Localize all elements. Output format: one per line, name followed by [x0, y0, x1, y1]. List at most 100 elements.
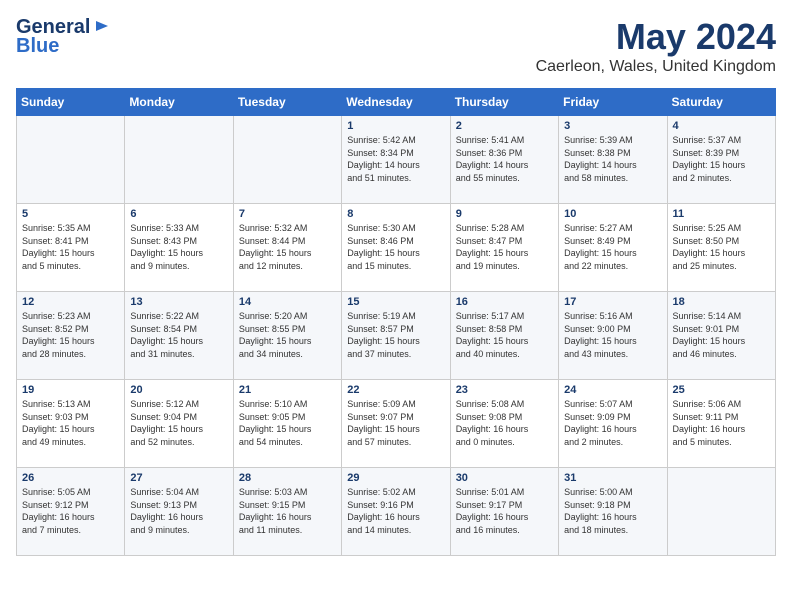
day-info-line: and 9 minutes.: [130, 525, 189, 535]
calendar-cell: [17, 116, 125, 204]
day-number: 2: [456, 120, 553, 132]
day-info-line: Daylight: 16 hours: [239, 512, 312, 522]
day-info-line: Sunset: 8:54 PM: [130, 324, 197, 334]
header-saturday: Saturday: [667, 89, 775, 116]
day-info-line: Daylight: 15 hours: [347, 336, 420, 346]
day-info-line: Daylight: 16 hours: [456, 424, 529, 434]
day-info-line: Sunset: 8:39 PM: [673, 148, 740, 158]
calendar-cell: 25Sunrise: 5:06 AMSunset: 9:11 PMDayligh…: [667, 380, 775, 468]
day-info: Sunrise: 5:25 AMSunset: 8:50 PMDaylight:…: [673, 222, 770, 272]
day-info-line: Daylight: 15 hours: [239, 248, 312, 258]
day-info-line: Sunset: 9:09 PM: [564, 412, 631, 422]
day-info-line: and 15 minutes.: [347, 261, 411, 271]
day-number: 4: [673, 120, 770, 132]
day-info-line: Sunset: 8:46 PM: [347, 236, 414, 246]
day-info-line: Daylight: 15 hours: [239, 424, 312, 434]
calendar-cell: 3Sunrise: 5:39 AMSunset: 8:38 PMDaylight…: [559, 116, 667, 204]
title-area: May 2024 Caerleon, Wales, United Kingdom: [536, 16, 776, 76]
day-number: 20: [130, 384, 227, 396]
header-wednesday: Wednesday: [342, 89, 450, 116]
day-number: 14: [239, 296, 336, 308]
day-info-line: Sunset: 9:08 PM: [456, 412, 523, 422]
day-info-line: Sunrise: 5:08 AM: [456, 399, 525, 409]
day-number: 9: [456, 208, 553, 220]
day-info-line: and 51 minutes.: [347, 173, 411, 183]
day-info-line: Sunrise: 5:42 AM: [347, 135, 416, 145]
calendar-cell: 9 Sunrise: 5:28 AMSunset: 8:47 PMDaylight…: [450, 204, 558, 292]
day-info-line: and 43 minutes.: [564, 349, 628, 359]
day-info: Sunrise: 5:23 AMSunset: 8:52 PMDaylight:…: [22, 310, 119, 360]
day-number: 6: [130, 208, 227, 220]
day-number: 28: [239, 472, 336, 484]
day-info-line: and 5 minutes.: [22, 261, 81, 271]
day-info-line: Sunset: 9:17 PM: [456, 500, 523, 510]
calendar-subtitle: Caerleon, Wales, United Kingdom: [536, 58, 776, 76]
day-info-line: Sunrise: 5:13 AM: [22, 399, 91, 409]
day-info-line: and 34 minutes.: [239, 349, 303, 359]
day-info-line: Sunrise: 5:22 AM: [130, 311, 199, 321]
day-info-line: Sunset: 8:58 PM: [456, 324, 523, 334]
day-number: 17: [564, 296, 661, 308]
calendar-cell: 14Sunrise: 5:20 AMSunset: 8:55 PMDayligh…: [233, 292, 341, 380]
day-info: Sunrise: 5:10 AM Sunset: 9:05 PM Daylight:…: [239, 398, 336, 448]
day-info-line: Daylight: 15 hours: [347, 248, 420, 258]
calendar-cell: 4Sunrise: 5:37 AMSunset: 8:39 PMDaylight…: [667, 116, 775, 204]
day-info-line: Sunset: 8:41 PM: [22, 236, 89, 246]
calendar-cell: 12 Sunrise: 5:23 AMSunset: 8:52 PMDayligh…: [17, 292, 125, 380]
header-sunday: Sunday: [17, 89, 125, 116]
day-info-line: Sunrise: 5:00 AM: [564, 487, 633, 497]
day-info: Sunrise: 5:07 AMSunset: 9:09 PMDaylight:…: [564, 398, 661, 448]
day-info-line: Sunrise: 5:10 AM: [239, 399, 308, 409]
day-info: Sunrise: 5:09 AMSunset: 9:07 PMDaylight:…: [347, 398, 444, 448]
day-info-line: and 46 minutes.: [673, 349, 737, 359]
day-number: 24: [564, 384, 661, 396]
day-info-line: Sunrise: 5:20 AM: [239, 311, 308, 321]
day-info-line: and 2 minutes.: [564, 437, 623, 447]
day-info-line: and 12 minutes.: [239, 261, 303, 271]
day-info: Sunrise: 5:16 AMSunset: 9:00 PMDaylight:…: [564, 310, 661, 360]
day-info-line: Sunrise: 5:19 AM: [347, 311, 416, 321]
day-info-line: Sunset: 8:38 PM: [564, 148, 631, 158]
day-info: Sunrise: 5:13 AMSunset: 9:03 PMDaylight:…: [22, 398, 119, 448]
calendar-body: 1Sunrise: 5:42 AMSunset: 8:34 PMDaylight…: [17, 116, 776, 556]
day-info-line: Daylight: 16 hours: [22, 512, 95, 522]
day-info-line: Sunrise: 5:14 AM: [673, 311, 742, 321]
day-info-line: Sunset: 9:00 PM: [564, 324, 631, 334]
calendar-cell: 11Sunrise: 5:25 AMSunset: 8:50 PMDayligh…: [667, 204, 775, 292]
calendar-cell: 10Sunrise: 5:27 AMSunset: 8:49 PMDayligh…: [559, 204, 667, 292]
day-info: Sunrise: 5:00 AMSunset: 9:18 PMDaylight:…: [564, 486, 661, 536]
calendar-cell: [125, 116, 233, 204]
day-info: Sunrise: 5:12 AMSunset: 9:04 PMDaylight:…: [130, 398, 227, 448]
day-info-line: and 5 minutes.: [673, 437, 732, 447]
day-info: Sunrise: 5:28 AMSunset: 8:47 PMDaylight:…: [456, 222, 553, 272]
day-number: 25: [673, 384, 770, 396]
calendar-cell: [667, 468, 775, 556]
day-info-line: Sunrise: 5:09 AM: [347, 399, 416, 409]
day-info-line: Sunset: 9:18 PM: [564, 500, 631, 510]
day-info-line: Sunrise: 5:41 AM: [456, 135, 525, 145]
day-number: 10: [564, 208, 661, 220]
day-number: 19: [22, 384, 119, 396]
day-info: Sunrise: 5:08 AM Sunset: 9:08 PM Daylight:…: [456, 398, 553, 448]
day-info-line: Daylight: 15 hours: [673, 336, 746, 346]
day-info-line: Sunrise: 5:07 AM: [564, 399, 633, 409]
calendar-cell: 30Sunrise: 5:01 AMSunset: 9:17 PMDayligh…: [450, 468, 558, 556]
day-info: Sunrise: 5:17 AM Sunset: 8:58 PM Daylight:…: [456, 310, 553, 360]
day-info-line: Sunset: 9:05 PM: [239, 412, 306, 422]
day-info-line: Sunrise: 5:12 AM: [130, 399, 199, 409]
day-info-line: Sunrise: 5:03 AM: [239, 487, 308, 497]
day-info-line: Sunrise: 5:17 AM: [456, 311, 525, 321]
day-info-line: Sunrise: 5:23 AM: [22, 311, 91, 321]
day-number: 12: [22, 296, 119, 308]
calendar-cell: 1Sunrise: 5:42 AMSunset: 8:34 PMDaylight…: [342, 116, 450, 204]
day-number: 31: [564, 472, 661, 484]
calendar-header: Sunday Monday Tuesday Wednesday Thursday…: [17, 89, 776, 116]
day-info: Sunrise: 5:02 AMSunset: 9:16 PMDaylight:…: [347, 486, 444, 536]
day-info: Sunrise: 5:30 AMSunset: 8:46 PMDaylight:…: [347, 222, 444, 272]
day-info-line: Daylight: 15 hours: [456, 336, 529, 346]
day-info: Sunrise: 5:22 AMSunset: 8:54 PMDaylight:…: [130, 310, 227, 360]
calendar-cell: 2Sunrise: 5:41 AMSunset: 8:36 PMDaylight…: [450, 116, 558, 204]
day-info-line: and 31 minutes.: [130, 349, 194, 359]
day-info-line: Sunset: 8:43 PM: [130, 236, 197, 246]
header-thursday: Thursday: [450, 89, 558, 116]
